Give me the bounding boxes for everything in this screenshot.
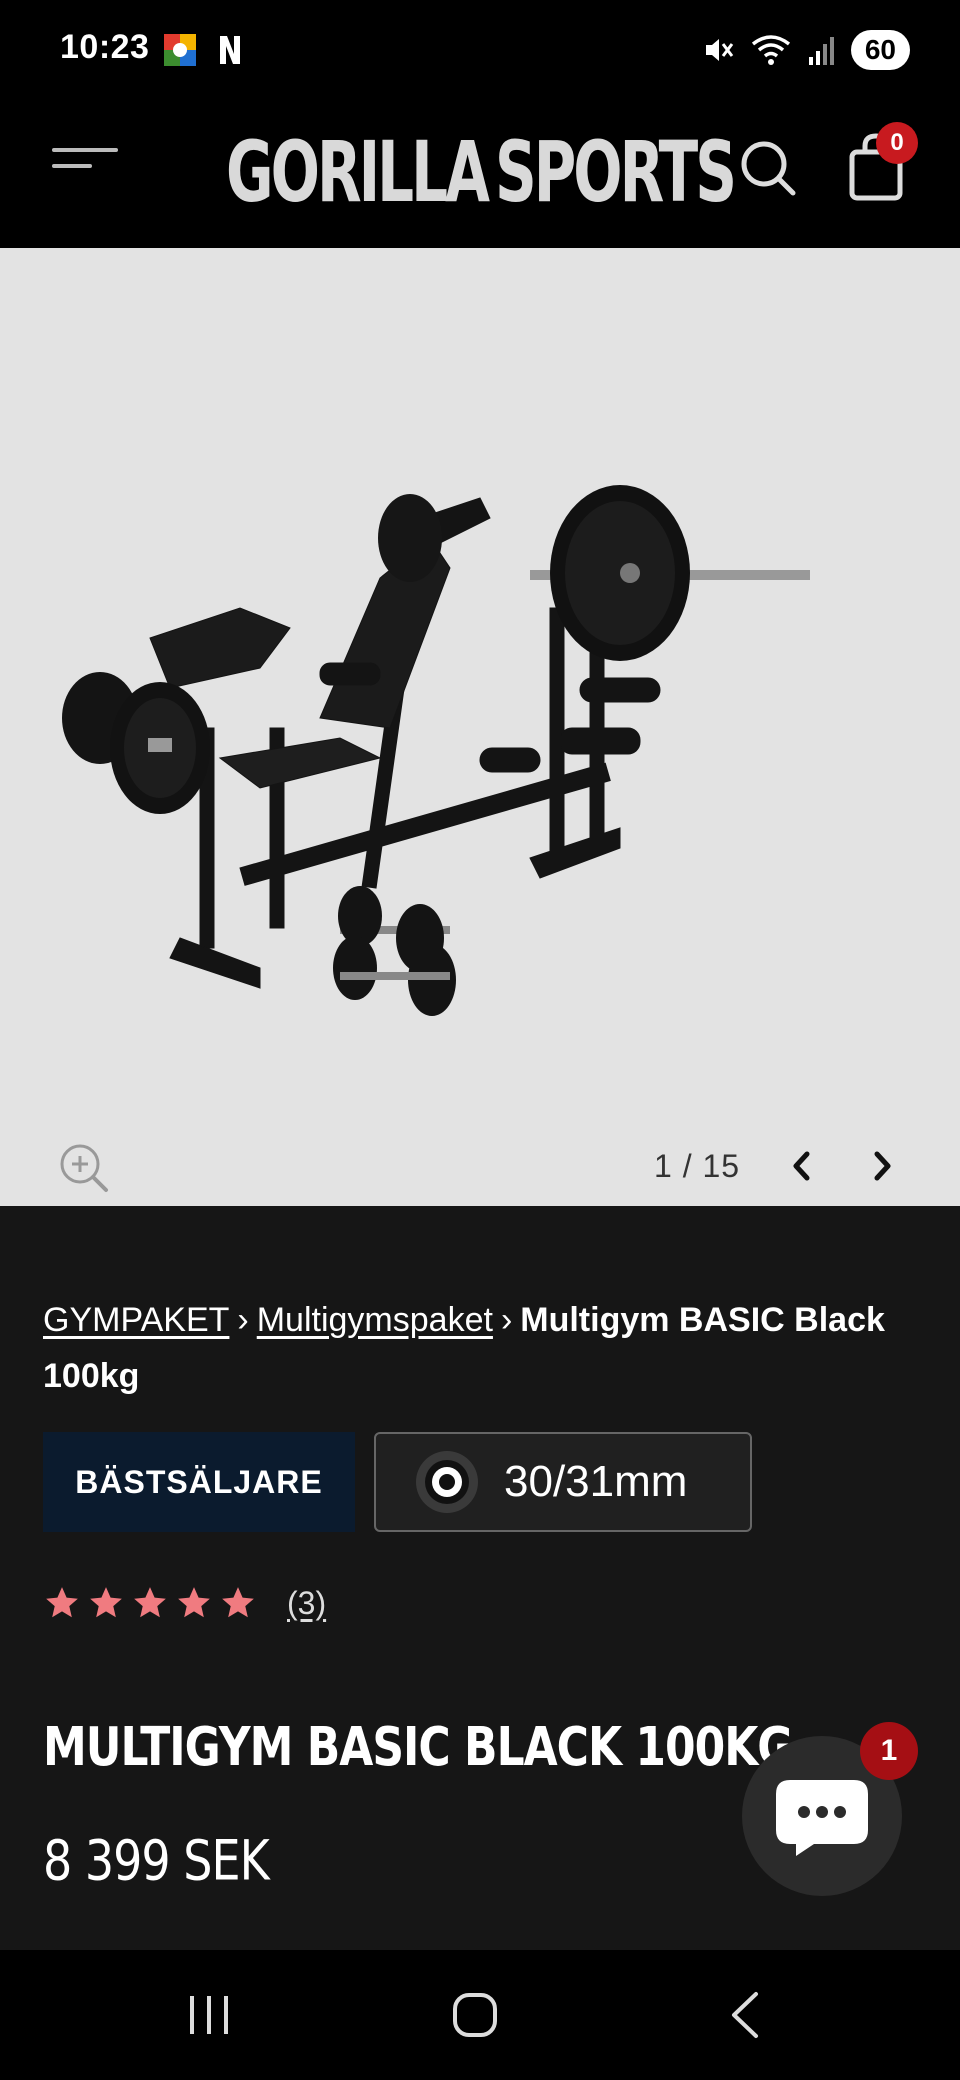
menu-icon[interactable] [52,146,118,186]
star-icon [46,1587,78,1618]
review-count-link[interactable]: (3) [287,1585,326,1622]
bestseller-badge: BÄSTSÄLJARE [43,1432,355,1532]
home-icon[interactable] [450,1990,500,2040]
battery-indicator: 60 [850,30,910,70]
weight-plate-icon [416,1451,478,1513]
star-icon [90,1587,122,1618]
product-title: MULTIGYM BASIC BLACK 100KG [43,1716,793,1779]
chat-notification-badge: 1 [860,1722,918,1780]
breadcrumb-separator: › [237,1301,249,1339]
system-nav-bar [0,1950,960,2080]
breadcrumb-link-gympaket[interactable]: GYMPAKET [43,1301,229,1339]
star-icon [222,1587,254,1618]
star-icon [134,1587,166,1618]
status-bar: 10:23 60 [0,0,960,100]
product-gallery[interactable]: 1 / 15 [0,248,960,1206]
product-rating[interactable]: (3) [43,1584,326,1622]
signal-icon [808,37,834,65]
product-price: 8 399 SEK [43,1828,270,1893]
app-notification-icon [164,34,196,66]
slide-counter: 1 / 15 [654,1148,741,1184]
breadcrumb-separator: › [500,1301,513,1339]
search-icon[interactable] [738,138,798,198]
mute-icon [705,39,734,61]
chevron-right-icon[interactable] [862,1146,902,1186]
wifi-icon [751,35,790,65]
logo-text-right: SPORTS [495,122,737,222]
status-time: 10:23 [60,28,150,66]
netflix-n-icon [220,36,240,64]
zoom-icon[interactable] [56,1140,110,1194]
bar-size-text: 30/31mm [504,1457,688,1506]
back-icon[interactable] [726,1990,766,2040]
logo-text-left: GORILLA [226,122,490,222]
status-right-group: 60 [701,28,910,72]
chevron-left-icon[interactable] [782,1146,822,1186]
cart-count-badge: 0 [876,122,918,164]
product-image[interactable] [60,428,930,1028]
gorilla-sports-logo[interactable]: GORILLA SPORTS [226,116,737,228]
recent-apps-icon[interactable] [186,1992,232,2038]
site-header: GORILLA SPORTS 0 [0,100,960,248]
bar-size-badge: 30/31mm [374,1432,752,1532]
star-icon [178,1587,210,1618]
breadcrumb: GYMPAKET › Multigymspaket › Multigym BASIC B… [43,1292,903,1404]
breadcrumb-link-multigymspaket[interactable]: Multigymspaket [257,1301,493,1339]
